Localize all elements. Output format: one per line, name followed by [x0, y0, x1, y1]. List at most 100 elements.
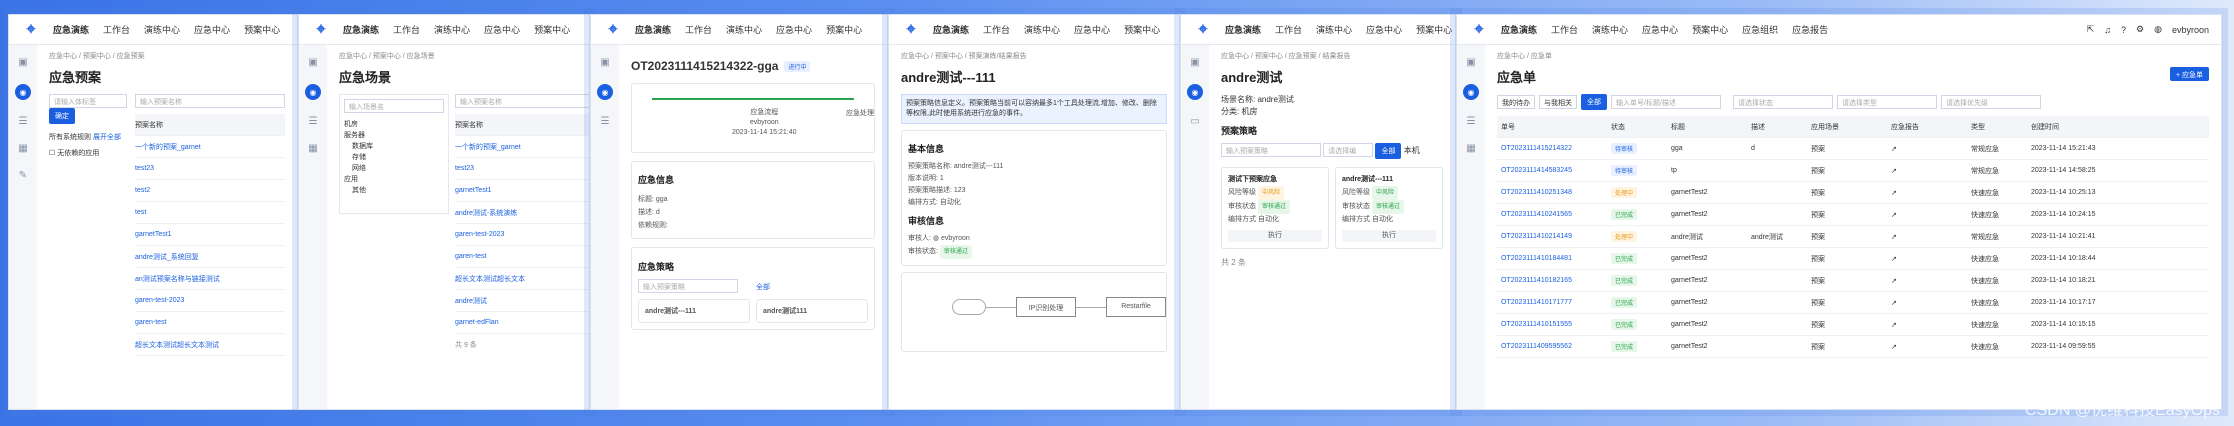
scene-icon[interactable]: ◉	[1187, 84, 1203, 100]
nav-emergency[interactable]: 应急中心	[484, 23, 520, 36]
nav-drill[interactable]: 演练中心	[434, 23, 470, 36]
avatar[interactable]: ◍	[2154, 24, 2162, 35]
nav-workbench[interactable]: 工作台	[685, 23, 712, 36]
strategy-card[interactable]: 测试下预案应急 风险等级 中风险 审核状态 审核通过 编排方式 自动化 执行	[1221, 167, 1329, 249]
table-cell[interactable]: ↗	[1887, 277, 1967, 285]
report-icon[interactable]: ✎	[19, 170, 27, 181]
nav-org[interactable]: 应急组织	[1742, 23, 1778, 36]
nav-drill[interactable]: 演练中心	[1316, 23, 1352, 36]
nav-workbench[interactable]: 工作台	[103, 23, 130, 36]
monitor-icon[interactable]: ▭	[1190, 116, 1199, 127]
table-row[interactable]: OT2023111410184481 已完成 garnetTest2 预案 ↗ 快速应急 2…	[1497, 248, 2209, 270]
tab-related[interactable]: 与我相关	[1539, 95, 1577, 109]
nav-plan[interactable]: 预案中心	[1416, 23, 1452, 36]
table-cell[interactable]: OT2023111414583245	[1497, 167, 1607, 174]
table-cell[interactable]: ↗	[1887, 145, 1967, 153]
strategy-search-input[interactable]: 输入预案策略	[638, 279, 738, 293]
home-icon[interactable]: ▣	[18, 57, 27, 68]
status-select[interactable]: 请选择状态	[1733, 95, 1833, 109]
nav-drill[interactable]: 演练中心	[726, 23, 762, 36]
chart-icon[interactable]: ▦	[18, 143, 27, 154]
app-logo-icon[interactable]: ⌖	[889, 15, 933, 45]
scene-icon[interactable]: ◉	[305, 84, 321, 100]
table-cell[interactable]: ↗	[1887, 343, 1967, 351]
flow-node[interactable]: Restarfile	[1106, 297, 1166, 317]
nav-drill[interactable]: 演练中心	[1024, 23, 1060, 36]
plan-icon[interactable]: ◉	[15, 84, 31, 100]
table-cell[interactable]: ↗	[1887, 211, 1967, 219]
nav-plan[interactable]: 预案中心	[1124, 23, 1160, 36]
tree-node[interactable]: 服务器	[344, 130, 444, 141]
table-row[interactable]: garnet-edFlan	[455, 312, 589, 334]
tab-my-todo[interactable]: 我的待办	[1497, 95, 1535, 109]
chart-icon[interactable]: ▦	[308, 143, 317, 154]
table-row[interactable]: OT2023111410151555 已完成 garnetTest2 预案 ↗ 快速应急 2…	[1497, 314, 2209, 336]
table-cell[interactable]: OT2023111409595562	[1497, 343, 1607, 350]
plan-filter-input[interactable]: 输入预案名称	[455, 94, 589, 108]
share-icon[interactable]: ⇱	[2087, 24, 2095, 35]
nav-report[interactable]: 应急报告	[1792, 23, 1828, 36]
nav-workbench[interactable]: 工作台	[1275, 23, 1302, 36]
table-row[interactable]: test23	[135, 158, 285, 180]
table-row[interactable]: OT2023111410182165 已完成 garnetTest2 预案 ↗ 快速应急 2…	[1497, 270, 2209, 292]
order-icon[interactable]: ◉	[597, 84, 613, 100]
table-cell[interactable]: ↗	[1887, 255, 1967, 263]
table-cell[interactable]: ↗	[1887, 233, 1967, 241]
flow-node[interactable]: IP识别处理	[1016, 297, 1076, 317]
list-icon[interactable]: ☰	[601, 116, 610, 127]
nav-drill[interactable]: 演练中心	[144, 23, 180, 36]
strategy-item[interactable]: andre测试---111	[638, 299, 750, 323]
table-row[interactable]: garen-test	[135, 312, 285, 334]
table-row[interactable]: garen-test-2023	[135, 290, 285, 312]
filter-all-button[interactable]: 全部	[1375, 143, 1402, 159]
table-row[interactable]: OT2023111414583245 待审核 tp 预案 ↗ 常规应急 2023-11-14…	[1497, 160, 2209, 182]
nav-emergency[interactable]: 应急中心	[1074, 23, 1110, 36]
table-row[interactable]: andre测试	[455, 290, 589, 312]
table-row[interactable]: garnetTest1	[455, 180, 589, 202]
run-button[interactable]: 执行	[1228, 230, 1322, 242]
strategy-search-input[interactable]: 输入预案策略	[1221, 143, 1321, 157]
table-row[interactable]: garen-test-2023	[455, 224, 589, 246]
table-row[interactable]: OT2023111410171777 已完成 garnetTest2 预案 ↗ 快速应急 2…	[1497, 292, 2209, 314]
table-row[interactable]: OT2023111410214149 处理中 andre测试 andre测试 预案 ↗ 常规…	[1497, 226, 2209, 248]
list-icon[interactable]: ☰	[1467, 116, 1476, 127]
user-name[interactable]: evbyroon	[2172, 25, 2209, 35]
table-cell[interactable]: OT2023111410184481	[1497, 255, 1607, 262]
bell-icon[interactable]: ♫	[2104, 25, 2111, 35]
nav-plan[interactable]: 预案中心	[826, 23, 862, 36]
app-logo-icon[interactable]: ⌖	[1457, 15, 1501, 45]
table-cell[interactable]: ↗	[1887, 321, 1967, 329]
priority-select[interactable]: 请选择优先级	[1941, 95, 2041, 109]
table-cell[interactable]: ↗	[1887, 189, 1967, 197]
table-cell[interactable]: ↗	[1887, 299, 1967, 307]
table-cell[interactable]: OT2023111410241565	[1497, 211, 1607, 218]
layout-select[interactable]: 请选择编	[1323, 143, 1374, 157]
table-row[interactable]: garnetTest1	[135, 224, 285, 246]
nav-emergency[interactable]: 应急中心	[1642, 23, 1678, 36]
nav-drill[interactable]: 演练中心	[1592, 23, 1628, 36]
nav-workbench[interactable]: 工作台	[393, 23, 420, 36]
tag-search-input[interactable]: 请输入体标签	[49, 94, 127, 108]
home-icon[interactable]: ▣	[1466, 57, 1475, 68]
nav-emergency[interactable]: 应急中心	[194, 23, 230, 36]
app-logo-icon[interactable]: ⌖	[1181, 15, 1225, 45]
table-cell[interactable]: OT2023111410251348	[1497, 189, 1607, 196]
plan-filter-input[interactable]: 输入预案名称	[135, 94, 285, 108]
tree-node[interactable]: 机房	[344, 119, 444, 130]
checkbox[interactable]: ☐	[49, 150, 55, 157]
nav-emergency[interactable]: 应急中心	[776, 23, 812, 36]
table-row[interactable]: an测试预案名称与链接测试	[135, 268, 285, 290]
nav-plan[interactable]: 预案中心	[534, 23, 570, 36]
table-row[interactable]: 超长文本测试超长文本	[455, 268, 589, 290]
table-row[interactable]: OT2023111410251348 处理中 garnetTest2 预案 ↗ 快速应急 2…	[1497, 182, 2209, 204]
table-cell[interactable]: OT2023111415214322	[1497, 145, 1607, 152]
tree-node[interactable]: 其他	[344, 185, 444, 196]
app-logo-icon[interactable]: ⌖	[299, 15, 343, 45]
strategy-card[interactable]: andre测试---111 风险等级 中风险 审核状态 审核通过 编排方式 自动…	[1335, 167, 1443, 249]
order-search-input[interactable]: 输入单号/标题/描述	[1611, 95, 1721, 109]
type-select[interactable]: 请选择类型	[1837, 95, 1937, 109]
home-icon[interactable]: ▣	[1190, 57, 1199, 68]
tree-node[interactable]: 存储	[344, 152, 444, 163]
tree-node[interactable]: 网络	[344, 163, 444, 174]
list-icon[interactable]: ☰	[19, 116, 28, 127]
